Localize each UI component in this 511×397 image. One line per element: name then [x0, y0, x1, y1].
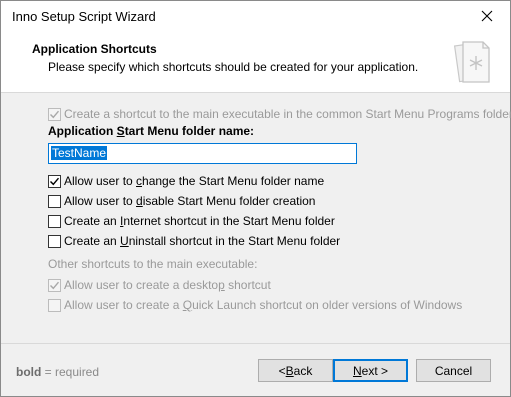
main-shortcut-label: Create a shortcut to the main executable… — [64, 107, 511, 121]
option-label: Create an Internet shortcut in the Start… — [64, 214, 335, 228]
title-bar: Inno Setup Script Wizard — [1, 1, 510, 31]
close-icon — [481, 10, 493, 22]
wizard-footer: bold = required < Back Next > Cancel — [1, 344, 510, 396]
main-shortcut-option[interactable]: Create a shortcut to the main executable… — [48, 106, 511, 122]
option-quick-launch-checkbox[interactable] — [48, 298, 61, 312]
option-label: Allow user to create a Quick Launch shor… — [64, 298, 463, 312]
option-desktop-shortcut[interactable]: Allow user to create a desktop shortcut — [48, 277, 271, 293]
wizard-window: Inno Setup Script Wizard Application Sho… — [0, 0, 511, 397]
back-button[interactable]: < Back — [258, 359, 333, 382]
option-internet-shortcut[interactable]: Create an Internet shortcut in the Start… — [48, 213, 335, 229]
required-hint: bold = required — [16, 365, 100, 379]
main-shortcut-checkbox[interactable] — [48, 107, 61, 121]
folder-name-input[interactable]: TestName — [48, 143, 357, 164]
option-change-folder-checkbox[interactable] — [48, 174, 61, 188]
option-uninstall-shortcut-checkbox[interactable] — [48, 234, 61, 248]
next-button[interactable]: Next > — [333, 359, 408, 382]
page-title: Application Shortcuts — [32, 42, 157, 56]
page-subtitle: Please specify which shortcuts should be… — [48, 60, 419, 74]
option-quick-launch[interactable]: Allow user to create a Quick Launch shor… — [48, 297, 462, 313]
checkmark-icon — [50, 177, 60, 185]
checkmark-icon — [50, 110, 60, 118]
document-page-icon — [453, 41, 490, 83]
window-title: Inno Setup Script Wizard — [12, 9, 156, 24]
option-label: Allow user to disable Start Menu folder … — [64, 194, 316, 208]
option-label: Allow user to change the Start Menu fold… — [64, 174, 325, 188]
option-disable-folder[interactable]: Allow user to disable Start Menu folder … — [48, 193, 315, 209]
wizard-header: Application Shortcuts Please specify whi… — [1, 31, 510, 91]
folder-name-value: TestName — [51, 146, 108, 160]
option-internet-shortcut-checkbox[interactable] — [48, 214, 61, 228]
folder-name-label: Application Start Menu folder name: — [48, 124, 255, 138]
cancel-button[interactable]: Cancel — [416, 359, 491, 382]
content-panel: Create a shortcut to the main executable… — [1, 93, 511, 343]
close-button[interactable] — [464, 1, 510, 31]
option-uninstall-shortcut[interactable]: Create an Uninstall shortcut in the Star… — [48, 233, 340, 249]
option-label: Allow user to create a desktop shortcut — [64, 278, 271, 292]
option-label: Create an Uninstall shortcut in the Star… — [64, 234, 341, 248]
option-change-folder[interactable]: Allow user to change the Start Menu fold… — [48, 173, 324, 189]
checkmark-icon — [50, 281, 60, 289]
option-disable-folder-checkbox[interactable] — [48, 194, 61, 208]
other-shortcuts-label: Other shortcuts to the main executable: — [48, 257, 258, 271]
option-desktop-shortcut-checkbox[interactable] — [48, 278, 61, 292]
